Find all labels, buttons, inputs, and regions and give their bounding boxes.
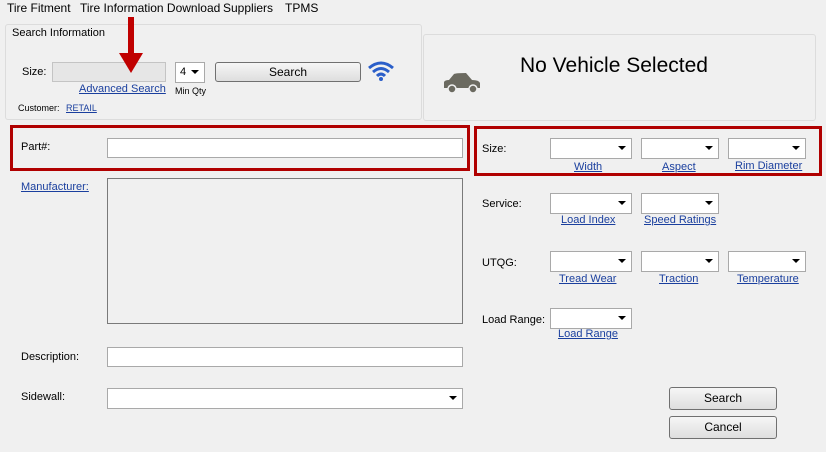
rim-diameter-link[interactable]: Rim Diameter [735,160,802,172]
menu-tire-fitment[interactable]: Tire Fitment [7,1,71,15]
load-index-dropdown[interactable] [550,193,632,214]
traction-dropdown[interactable] [641,251,719,272]
temperature-link[interactable]: Temperature [737,273,799,285]
chevron-down-icon [191,70,199,74]
manufacturer-link[interactable]: Manufacturer: [21,181,89,193]
load-range-dropdown[interactable] [550,308,632,329]
description-input[interactable] [107,347,463,367]
advanced-search-link[interactable]: Advanced Search [79,83,166,95]
chevron-down-icon [618,316,626,320]
manufacturer-list[interactable] [107,178,463,324]
chevron-down-icon [705,146,713,150]
min-qty-dropdown[interactable]: 4 [175,62,205,83]
chevron-down-icon [618,146,626,150]
red-arrow-icon [119,17,143,73]
chevron-down-icon [618,201,626,205]
menu-tire-information-download[interactable]: Tire Information Download [80,1,220,15]
part-number-label: Part#: [21,141,51,153]
car-icon [444,73,480,94]
customer-link[interactable]: RETAIL [66,103,97,113]
vehicle-status: No Vehicle Selected [520,54,708,77]
chevron-down-icon [792,146,800,150]
tire-size-label: Size: [482,143,507,155]
chevron-down-icon [705,201,713,205]
sidewall-label: Sidewall: [21,391,66,403]
width-link[interactable]: Width [574,161,602,173]
speed-ratings-dropdown[interactable] [641,193,719,214]
aspect-link[interactable]: Aspect [662,161,696,173]
rim-diameter-dropdown[interactable] [728,138,806,159]
min-qty-label: Min Qty [175,86,207,96]
description-label: Description: [21,351,80,363]
wifi-icon[interactable] [367,60,395,82]
temperature-dropdown[interactable] [728,251,806,272]
size-input[interactable] [52,62,166,82]
aspect-dropdown[interactable] [641,138,719,159]
min-qty-value: 4 [180,66,187,78]
search-information-title: Search Information [12,27,105,39]
quick-search-button[interactable]: Search [215,62,361,82]
chevron-down-icon [618,259,626,263]
speed-ratings-link[interactable]: Speed Ratings [644,214,716,226]
load-range-label: Load Range: [482,314,545,326]
load-range-link[interactable]: Load Range [558,328,618,340]
customer-label: Customer: [18,103,60,113]
size-label: Size: [22,66,47,78]
load-index-link[interactable]: Load Index [561,214,615,226]
utqg-label: UTQG: [482,257,517,269]
sidewall-dropdown[interactable] [107,388,463,409]
chevron-down-icon [449,396,457,400]
search-button[interactable]: Search [669,387,777,410]
cancel-button[interactable]: Cancel [669,416,777,439]
width-dropdown[interactable] [550,138,632,159]
menu-suppliers[interactable]: Suppliers [223,1,273,15]
traction-link[interactable]: Traction [659,273,698,285]
tread-wear-link[interactable]: Tread Wear [559,273,616,285]
menu-tpms[interactable]: TPMS [285,1,318,15]
service-label: Service: [482,198,522,210]
tread-wear-dropdown[interactable] [550,251,632,272]
part-number-input[interactable] [107,138,463,158]
chevron-down-icon [792,259,800,263]
chevron-down-icon [705,259,713,263]
